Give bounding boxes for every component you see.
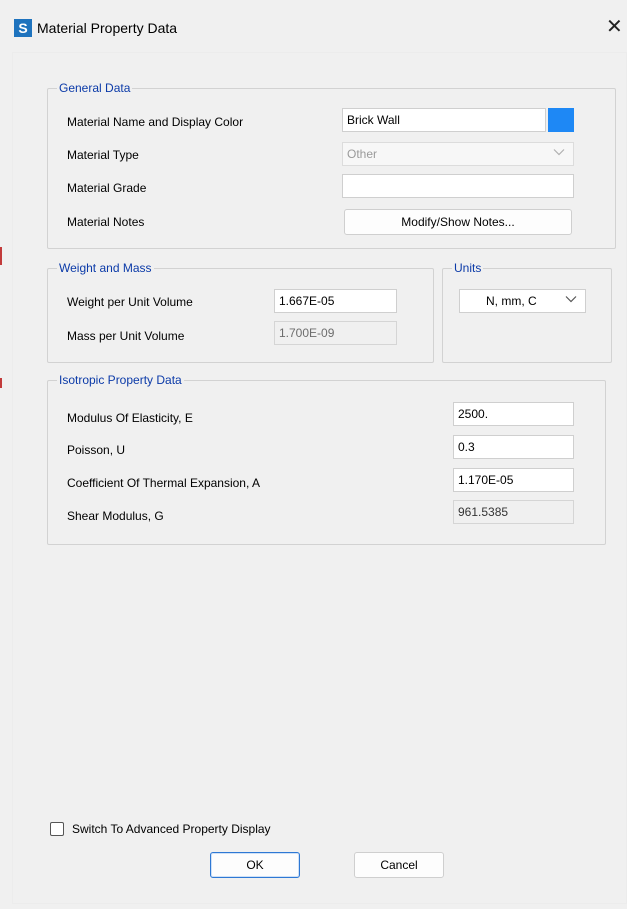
- chevron-down-icon: [553, 149, 565, 156]
- poisson-label: Poisson, U: [67, 443, 126, 457]
- weight-and-mass-legend: Weight and Mass: [59, 261, 152, 275]
- dialog-body: General Data Material Name and Display C…: [12, 52, 627, 904]
- poisson-input[interactable]: 0.3: [453, 435, 574, 459]
- isotropic-property-legend: Isotropic Property Data: [59, 373, 182, 387]
- background-edge-mark: [0, 247, 2, 265]
- units-value: N, mm, C: [486, 294, 537, 308]
- material-type-select: Other: [342, 142, 574, 166]
- window-title: Material Property Data: [37, 20, 178, 36]
- shear-modulus-field: 961.5385: [453, 500, 574, 524]
- material-notes-label: Material Notes: [67, 215, 145, 229]
- material-name-input[interactable]: Brick Wall: [342, 108, 546, 132]
- chevron-down-icon: [565, 296, 577, 303]
- material-name-label: Material Name and Display Color: [67, 115, 244, 129]
- thermal-expansion-label: Coefficient Of Thermal Expansion, A: [67, 476, 260, 490]
- modulus-of-elasticity-label: Modulus Of Elasticity, E: [67, 411, 193, 425]
- units-legend: Units: [454, 261, 482, 275]
- advanced-display-label: Switch To Advanced Property Display: [72, 822, 271, 836]
- display-color-swatch[interactable]: [548, 108, 574, 132]
- app-logo-icon: S: [14, 19, 32, 37]
- background-edge-mark: [0, 378, 2, 388]
- material-grade-input[interactable]: [342, 174, 574, 198]
- ok-button[interactable]: OK: [210, 852, 300, 878]
- general-data-legend: General Data: [59, 81, 131, 95]
- units-select[interactable]: N, mm, C: [459, 289, 586, 313]
- mass-per-volume-label: Mass per Unit Volume: [67, 329, 185, 343]
- advanced-display-checkbox[interactable]: [50, 822, 64, 836]
- weight-per-volume-input[interactable]: 1.667E-05: [274, 289, 397, 313]
- mass-per-volume-field: 1.700E-09: [274, 321, 397, 345]
- modulus-of-elasticity-input[interactable]: 2500.: [453, 402, 574, 426]
- material-type-value: Other: [347, 147, 378, 161]
- thermal-expansion-input[interactable]: 1.170E-05: [453, 468, 574, 492]
- weight-per-volume-label: Weight per Unit Volume: [67, 295, 193, 309]
- material-grade-label: Material Grade: [67, 181, 147, 195]
- shear-modulus-label: Shear Modulus, G: [67, 509, 164, 523]
- close-icon[interactable]: ✕: [606, 16, 623, 38]
- cancel-button[interactable]: Cancel: [354, 852, 444, 878]
- modify-show-notes-button[interactable]: Modify/Show Notes...: [344, 209, 572, 235]
- title-bar: S Material Property Data ✕: [0, 0, 627, 52]
- material-type-label: Material Type: [67, 148, 139, 162]
